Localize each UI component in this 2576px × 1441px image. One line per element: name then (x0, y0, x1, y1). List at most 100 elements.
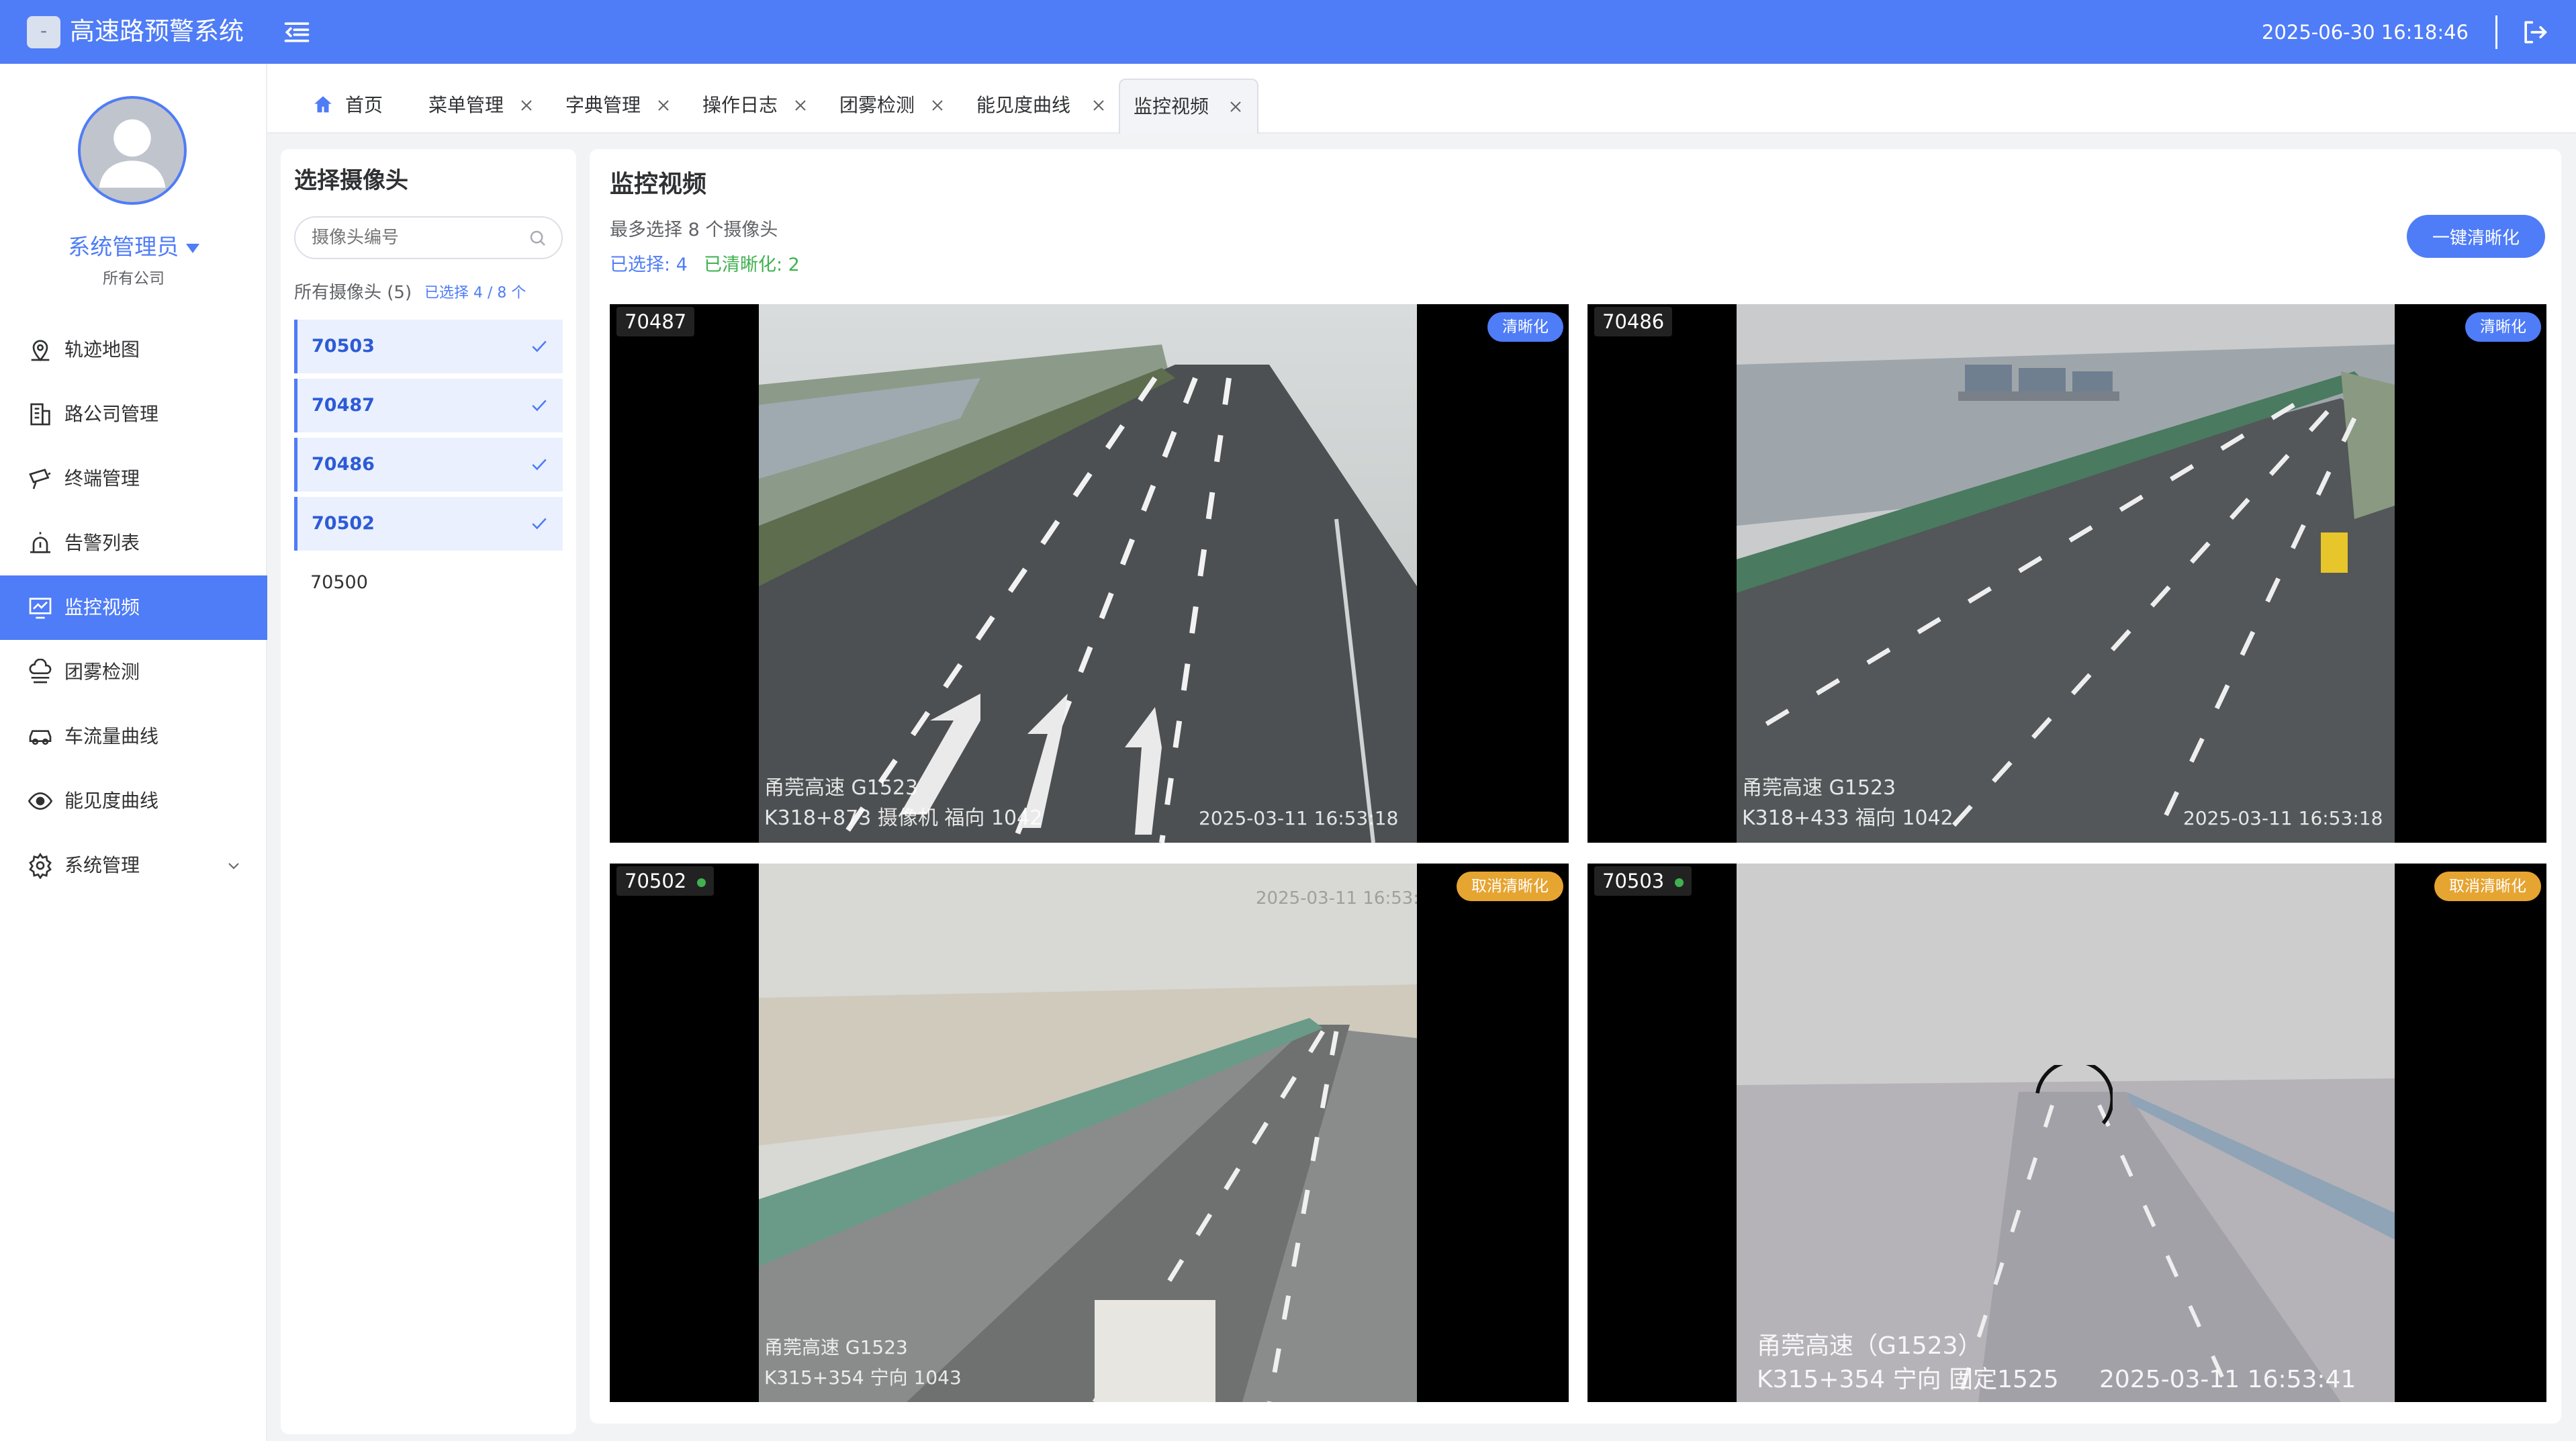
close-icon[interactable] (655, 97, 672, 113)
live-status-dot (1675, 878, 1684, 887)
sidebar-item-alarm-list[interactable]: 告警列表 (0, 511, 267, 575)
camera-id: 70486 (312, 454, 375, 475)
live-status-dot (697, 878, 706, 887)
avatar[interactable] (78, 96, 187, 205)
tab-operation-log[interactable]: 操作日志 (702, 79, 817, 134)
user-company: 所有公司 (103, 270, 165, 287)
tab-fog-detection[interactable]: 团雾检测 (839, 79, 954, 134)
camera-id: 70503 (1602, 870, 1665, 892)
video-player-70487[interactable]: 甬莞高速 G1523 K318+873 摄像机 福向 1042 2025-03-… (610, 304, 1569, 843)
sidebar-item-label: 监控视频 (64, 596, 140, 618)
gear-icon (29, 852, 52, 879)
osd-position: K315+354 宁向 1043 (764, 1366, 962, 1389)
cancel-clarify-button[interactable]: 取消清晰化 (2434, 872, 2541, 901)
current-datetime: 2025-06-30 16:18:46 (2262, 21, 2469, 44)
video-frame: 甬莞高速 G1523 K315+354 宁向 1043 2025-03-11 1… (759, 864, 1417, 1402)
osd-position: K315+354 宁向 固定1525 (1757, 1366, 2059, 1393)
camera-item-70486[interactable]: 70486 (294, 438, 563, 492)
tab-label: 监控视频 (1134, 95, 1209, 118)
sidebar-item-terminal[interactable]: 终端管理 (0, 447, 267, 511)
all-cameras-label: 所有摄像头 (5) (294, 283, 412, 303)
search-icon[interactable] (528, 228, 548, 248)
sidebar-item-traffic-curve[interactable]: 车流量曲线 (0, 704, 267, 769)
alarm-icon (30, 532, 50, 553)
clarify-all-button[interactable]: 一键清晰化 (2407, 215, 2545, 258)
tab-label: 团雾检测 (839, 94, 915, 116)
camera-id: 70486 (1602, 310, 1665, 333)
user-name-dropdown[interactable]: 系统管理员 (0, 229, 267, 261)
camera-item-70500[interactable]: 70500 (294, 556, 563, 610)
sidebar-item-label: 系统管理 (64, 854, 140, 876)
camera-label: 70486 (1594, 307, 1673, 336)
camera-search-input[interactable] (294, 216, 563, 259)
sidebar-item-fog-detection[interactable]: 团雾检测 (0, 640, 267, 704)
sidebar-item-track-map[interactable]: 轨迹地图 (0, 318, 267, 382)
osd-time: 2025-03-11 16:53:41 (1256, 888, 1417, 909)
video-player-70502[interactable]: 甬莞高速 G1523 K315+354 宁向 1043 2025-03-11 1… (610, 864, 1569, 1402)
video-player-70486[interactable]: 甬莞高速 G1523 K318+433 福向 1042 2025-03-11 1… (1588, 304, 2546, 843)
monitor-video-panel: 监控视频 最多选择 8 个摄像头 已选择: 4 已清晰化: 2 一键清晰化 甬莞… (590, 149, 2561, 1424)
logout-icon[interactable] (2520, 17, 2549, 47)
car-icon (29, 730, 52, 745)
building-icon (30, 403, 50, 426)
osd-road: 甬莞高速（G1523） (1757, 1332, 1982, 1360)
close-icon[interactable] (518, 97, 535, 113)
close-icon[interactable] (1228, 99, 1244, 115)
terminal-icon (29, 469, 51, 490)
check-icon (532, 518, 547, 530)
osd-time: 2025-03-11 16:53:41 (2099, 1366, 2356, 1393)
sidebar-item-label: 团雾检测 (64, 661, 140, 683)
tab-menu-management[interactable]: 菜单管理 (428, 79, 543, 134)
camera-item-70503[interactable]: 70503 (294, 320, 563, 373)
sidebar: 系统管理员 所有公司 轨迹地图 路公司管理 终端管理 告警列表 监控视频 团雾检… (0, 64, 267, 1441)
map-pin-icon (31, 340, 50, 361)
monitor-chart-icon (29, 598, 52, 619)
sidebar-item-system-management[interactable]: 系统管理 (0, 833, 267, 898)
camera-id: 70502 (312, 513, 375, 534)
camera-item-70502[interactable]: 70502 (294, 497, 563, 551)
osd-position: K318+433 福向 1042 (1742, 806, 1953, 830)
sidebar-item-road-company[interactable]: 路公司管理 (0, 382, 267, 447)
clarify-button[interactable]: 清晰化 (1487, 312, 1563, 342)
page-title: 监控视频 (610, 171, 707, 198)
tab-label: 首页 (345, 94, 383, 116)
menu-collapse-icon[interactable] (282, 17, 312, 47)
camera-select-panel: 选择摄像头 所有摄像头 (5) 已选择 4 / 8 个 70503 70487 … (281, 149, 576, 1434)
check-icon (532, 459, 547, 471)
top-bar: - 高速路预警系统 2025-06-30 16:18:46 (0, 0, 2576, 64)
clarify-button[interactable]: 清晰化 (2465, 312, 2541, 342)
sidebar-item-label: 终端管理 (64, 467, 140, 490)
tab-visibility-curve[interactable]: 能见度曲线 (976, 79, 1117, 134)
close-icon[interactable] (1091, 97, 1107, 113)
eye-icon (28, 792, 53, 810)
caret-down-icon (185, 243, 199, 253)
app-title: 高速路预警系统 (70, 17, 244, 46)
close-icon[interactable] (792, 97, 809, 113)
osd-road: 甬莞高速 G1523 (1742, 776, 1896, 800)
tab-bar: 首页 菜单管理 字典管理 操作日志 团雾检测 能见度曲线 监控视频 (267, 64, 2576, 134)
osd-time: 2025-03-11 16:53:18 (2183, 807, 2383, 829)
tab-label: 能见度曲线 (976, 94, 1071, 116)
tab-label: 菜单管理 (428, 94, 504, 116)
sidebar-item-label: 告警列表 (64, 532, 140, 554)
camera-id: 70502 (625, 870, 687, 892)
sidebar-item-monitor-video[interactable]: 监控视频 (0, 575, 267, 640)
camera-id: 70487 (312, 395, 375, 416)
video-frame: 甬莞高速 G1523 K318+873 摄像机 福向 1042 2025-03-… (759, 304, 1417, 843)
top-bar-divider (2495, 15, 2497, 49)
close-icon[interactable] (929, 97, 946, 113)
max-selection-note: 最多选择 8 个摄像头 (610, 220, 778, 240)
clarified-count: 已清晰化: 2 (704, 254, 800, 275)
camera-id: 70500 (310, 572, 368, 593)
user-avatar-icon (99, 119, 166, 188)
camera-item-70487[interactable]: 70487 (294, 379, 563, 432)
tab-dict-management[interactable]: 字典管理 (565, 79, 680, 134)
tab-home[interactable]: 首页 (312, 79, 392, 134)
app-logo: - (27, 16, 60, 48)
sidebar-item-label: 路公司管理 (64, 403, 159, 425)
sidebar-item-label: 轨迹地图 (64, 338, 140, 361)
sidebar-item-visibility-curve[interactable]: 能见度曲线 (0, 769, 267, 833)
osd-time: 2025-03-11 16:53:18 (1199, 807, 1398, 829)
cancel-clarify-button[interactable]: 取消清晰化 (1457, 872, 1563, 901)
tab-monitor-video[interactable]: 监控视频 (1119, 79, 1258, 134)
